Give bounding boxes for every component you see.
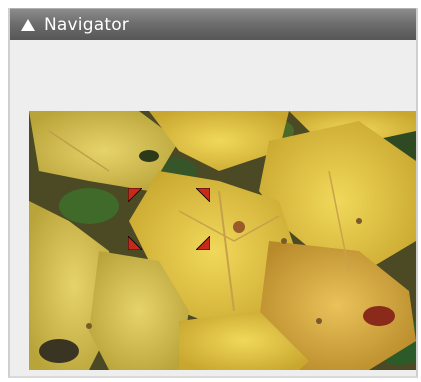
viewport-corner-bottom-right[interactable] xyxy=(196,236,210,250)
leaves-photo xyxy=(29,111,416,370)
navigator-titlebar[interactable]: Navigator xyxy=(10,8,416,40)
viewport-corner-top-left[interactable] xyxy=(128,188,142,202)
panel-title: Navigator xyxy=(44,14,129,35)
triangle-up-icon[interactable] xyxy=(16,13,40,37)
viewport-corner-bottom-left[interactable] xyxy=(128,236,142,250)
navigator-panel: Navigator xyxy=(8,8,418,378)
navigator-preview-image[interactable] xyxy=(29,111,416,370)
viewport-corner-top-right[interactable] xyxy=(196,188,210,202)
